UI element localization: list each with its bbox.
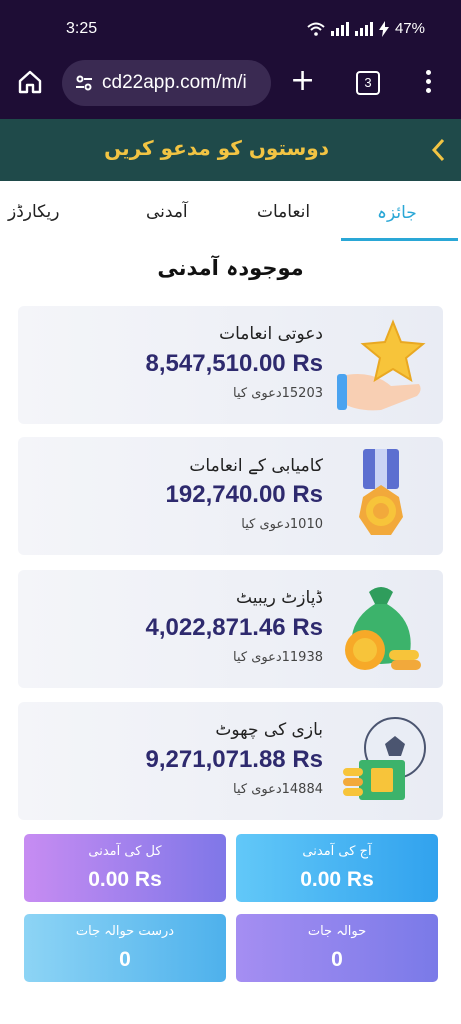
card-title: دعوتی انعامات	[219, 324, 323, 344]
card-amount: 8,547,510.00 Rs	[145, 350, 323, 377]
stat-valid-referrals: درست حوالہ جات 0	[24, 914, 226, 982]
browser-chrome: 3:25 47% cd22app.com/m/i + 3	[0, 0, 461, 119]
stat-value: 0	[331, 948, 343, 971]
card-invite-rewards[interactable]: دعوتی انعامات 8,547,510.00 Rs 15203دعوی …	[18, 306, 443, 424]
stat-label: حوالہ جات	[307, 924, 367, 939]
medal-icon	[359, 449, 403, 535]
stat-label: درست حوالہ جات	[75, 924, 175, 939]
star-hand-icon	[337, 319, 426, 411]
tab-bar: جائزہ انعامات آمدنی ریکارڈز	[0, 182, 461, 242]
card-title: بازی کی چھوٹ	[215, 720, 323, 740]
card-claim-count: 14884دعوی کیا	[232, 782, 323, 797]
tab-overview[interactable]: جائزہ	[377, 202, 417, 223]
home-icon[interactable]	[16, 68, 44, 96]
status-time: 3:25	[66, 20, 98, 37]
card-amount: 192,740.00 Rs	[165, 481, 323, 508]
chevron-left-icon	[431, 138, 445, 162]
stat-value: 0.00 Rs	[88, 868, 162, 891]
new-tab-icon[interactable]: +	[290, 64, 315, 98]
soccer-cash-icon	[343, 717, 426, 800]
charging-icon	[378, 20, 389, 37]
site-settings-icon[interactable]	[74, 73, 94, 93]
stat-value: 0.00 Rs	[300, 868, 374, 891]
stat-value: 0	[119, 948, 131, 971]
active-tab-indicator	[341, 238, 458, 241]
stat-total-income: کل کی آمدنی 0.00 Rs	[24, 834, 226, 902]
stat-referrals: حوالہ جات 0	[236, 914, 438, 982]
invite-label: دوستوں کو مدعو کریں	[104, 136, 329, 160]
card-claim-count: 15203دعوی کیا	[232, 386, 323, 401]
url-text: cd22app.com/m/i	[102, 72, 247, 93]
card-amount: 9,271,071.88 Rs	[145, 746, 323, 773]
url-bar-row: cd22app.com/m/i + 3	[0, 56, 461, 108]
wifi-icon	[307, 22, 325, 36]
invite-friends-banner[interactable]: دوستوں کو مدعو کریں	[0, 119, 461, 181]
card-bet-discount[interactable]: بازی کی چھوٹ 9,271,071.88 Rs 14884دعوی ک…	[18, 702, 443, 820]
status-bar: 3:25 47%	[0, 0, 461, 50]
card-amount: 4,022,871.46 Rs	[145, 614, 323, 641]
signal-icon-2	[354, 21, 373, 36]
card-achievement-rewards[interactable]: کامیابی کے انعامات 192,740.00 Rs 1010دعو…	[18, 437, 443, 555]
money-bag-icon	[345, 587, 421, 670]
card-title: کامیابی کے انعامات	[189, 456, 323, 476]
card-title: ڈپازٹ ریبیٹ	[236, 588, 323, 608]
tab-rewards[interactable]: انعامات	[257, 202, 310, 222]
tab-switcher-button[interactable]: 3	[356, 71, 380, 95]
card-claim-count: 11938دعوی کیا	[232, 650, 323, 665]
tab-records[interactable]: ریکارڈز	[8, 202, 60, 222]
system-icons: 47%	[307, 20, 425, 37]
stat-label: کل کی آمدنی	[88, 844, 162, 859]
address-bar[interactable]: cd22app.com/m/i	[62, 60, 271, 106]
page-title: موجودہ آمدنی	[157, 256, 304, 280]
card-deposit-rebate[interactable]: ڈپازٹ ریبیٹ 4,022,871.46 Rs 11938دعوی کی…	[18, 570, 443, 688]
tab-income[interactable]: آمدنی	[146, 202, 188, 222]
stat-label: آج کی آمدنی	[302, 844, 372, 859]
card-claim-count: 1010دعوی کیا	[241, 517, 323, 532]
more-menu-icon[interactable]	[426, 70, 432, 97]
stat-today-income: آج کی آمدنی 0.00 Rs	[236, 834, 438, 902]
battery-level: 47%	[394, 20, 425, 37]
signal-icon	[330, 21, 349, 36]
